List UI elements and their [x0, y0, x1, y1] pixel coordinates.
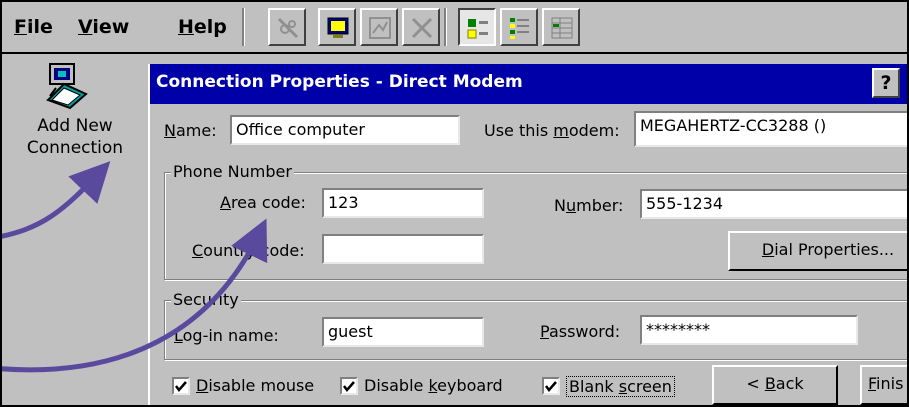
monitor-button[interactable]: [318, 8, 356, 46]
add-connection-label-line1: Add New: [37, 116, 113, 136]
delete-button[interactable]: [402, 8, 440, 46]
login-name-label: Log-in name:: [174, 326, 279, 345]
country-code-label: Country code:: [192, 241, 305, 260]
check-icon: [175, 381, 187, 392]
connection-properties-dialog: Connection Properties - Direct Modem ? N…: [148, 64, 907, 405]
name-field[interactable]: Office computer: [230, 115, 460, 145]
name-label: Name:: [164, 121, 217, 140]
menu-view[interactable]: View: [78, 16, 129, 38]
phone-number-group-title: Phone Number: [171, 162, 294, 181]
number-field[interactable]: 555-1234: [640, 189, 907, 219]
disable-mouse-label: Disable mouse: [196, 376, 315, 395]
finish-button[interactable]: Finis: [860, 365, 907, 405]
connect-button[interactable]: [268, 8, 306, 46]
menu-file[interactable]: File: [14, 16, 53, 38]
back-button[interactable]: < Back: [712, 365, 838, 405]
password-label: Password:: [540, 322, 621, 341]
add-connection-icon: [46, 63, 88, 110]
check-icon: [545, 381, 557, 392]
details-view-button[interactable]: [542, 8, 580, 46]
details-view-icon: [551, 17, 573, 39]
large-icons-view-icon: [467, 19, 488, 39]
area-code-label: Area code:: [220, 193, 306, 212]
disable-mouse-checkbox[interactable]: [172, 377, 190, 395]
monitor-icon: [327, 17, 349, 38]
connect-icon: [277, 17, 299, 39]
area-code-field[interactable]: 123: [322, 188, 484, 218]
modem-select[interactable]: MEGAHERTZ-CC3288 (): [634, 111, 907, 147]
blank-screen-checkbox[interactable]: [542, 377, 560, 395]
toolbar-separator: [444, 8, 447, 46]
disable-keyboard-label: Disable keyboard: [364, 376, 503, 395]
modem-label: Use this modem:: [484, 121, 620, 140]
large-icons-view-button[interactable]: [458, 8, 496, 46]
dialog-title-bar: Connection Properties - Direct Modem ?: [150, 64, 907, 104]
toolbar-separator: [242, 8, 245, 46]
properties-icon: [369, 17, 391, 39]
add-connection-item[interactable]: [46, 62, 88, 114]
dial-properties-button[interactable]: Dial Properties...: [728, 231, 907, 271]
small-icons-view-button[interactable]: [500, 8, 538, 46]
login-name-field[interactable]: guest: [322, 317, 484, 347]
menu-help[interactable]: Help: [178, 16, 227, 38]
country-code-field[interactable]: [322, 234, 484, 264]
menu-bar: File View Help: [2, 2, 907, 54]
blank-screen-label: Blank screen: [566, 376, 675, 397]
dialog-title: Connection Properties - Direct Modem: [156, 72, 523, 92]
password-field[interactable]: ********: [640, 315, 858, 345]
desktop-pane: Add New Connection: [2, 54, 148, 405]
small-icons-view-icon: [510, 18, 529, 39]
add-connection-label-line2: Connection: [26, 138, 124, 158]
number-label: Number:: [554, 196, 624, 215]
check-icon: [343, 381, 355, 392]
delete-icon: [411, 17, 433, 39]
disable-keyboard-checkbox[interactable]: [340, 377, 358, 395]
help-button[interactable]: ?: [872, 68, 900, 98]
security-group-title: Security: [171, 290, 241, 309]
screen-frame: File View Help Add New Connection Connec…: [0, 0, 909, 407]
properties-button[interactable]: [360, 8, 398, 46]
